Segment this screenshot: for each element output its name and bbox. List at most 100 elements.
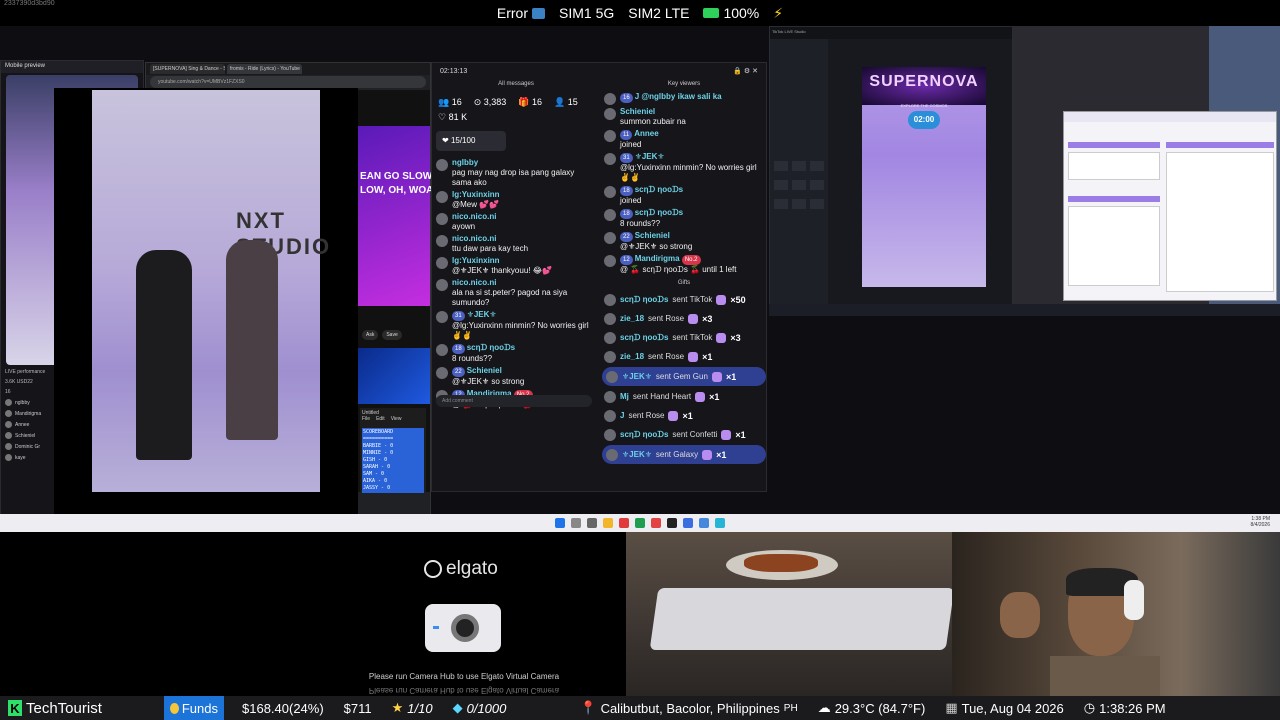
gift-row[interactable]: ⚜JEK⚜ sent Gem Gun ×1 (602, 367, 766, 386)
live-studio-window[interactable]: TikTok LIVE Studio SUPERNOVA EXPLORE THE… (769, 26, 1013, 316)
chat-message[interactable]: 11 Annee joined (600, 128, 766, 151)
gift-row[interactable]: scηᗪ ηooᗪs sent Confetti ×1 (600, 425, 766, 444)
chat-message[interactable]: nico.nico.ni ayown (432, 211, 600, 233)
gift-row[interactable]: scηᗪ ηooᗪs sent TikTok ×3 (600, 328, 766, 347)
gifts-heading: Gifts (677, 280, 691, 286)
chat-username[interactable]: Schieniel (620, 107, 655, 116)
chat-username[interactable]: lg:Yuxinxinn (452, 256, 500, 265)
browser-tab[interactable]: [SUPERNOVA] Sing & Dance - Sing (150, 64, 225, 74)
studio-control[interactable] (774, 199, 788, 209)
chat-message[interactable]: lg:Yuxinxinn @Mew 💕💕 (432, 189, 600, 211)
studio-control[interactable] (792, 161, 806, 171)
chat-message[interactable]: 12Mandirigma No.2@ 🍒 scηᗪ ηooᗪs 🍒 until … (600, 253, 766, 276)
gift-row[interactable]: zie_18 sent Rose ×1 (600, 347, 766, 366)
chat-username[interactable]: nglbby (452, 158, 478, 167)
gift-count: ×1 (735, 429, 746, 440)
studio-control[interactable] (774, 180, 788, 190)
chat-username[interactable]: scηᗪ ηooᗪs (635, 208, 683, 217)
desktop-capture: Mobile preview LIVE performance 3.6K USD… (0, 26, 1280, 520)
chat-message[interactable]: nico.nico.ni ttu daw para kay tech (432, 233, 600, 255)
avatar (606, 449, 618, 461)
light-settings-window[interactable] (1063, 111, 1277, 301)
app-icon[interactable] (683, 518, 693, 528)
studio-control[interactable] (774, 161, 788, 171)
chat-message-head: nglbby (452, 158, 596, 168)
studio-control[interactable] (810, 199, 824, 209)
chat-username[interactable]: ⚜JEK⚜ (635, 152, 665, 161)
gift-row[interactable]: ⚜JEK⚜ sent Galaxy ×1 (602, 445, 766, 464)
chat-message[interactable]: 18 scηᗪ ηooᗪs 8 rounds?? (600, 207, 766, 230)
chat-message-head: nico.nico.ni (452, 234, 528, 244)
excel-icon[interactable] (635, 518, 645, 528)
gift-row[interactable]: Jsent Rose ×1 (600, 406, 766, 425)
comment-input[interactable]: Add comment (436, 395, 592, 407)
avatar (604, 294, 616, 306)
chat-username[interactable]: nico.nico.ni (452, 278, 496, 287)
level-badge: 22 (452, 367, 465, 377)
dance-video[interactable]: NXT STUDIO (92, 90, 329, 492)
avatar (5, 410, 12, 417)
chat-username[interactable]: ⚜JEK⚜ (467, 310, 497, 319)
chat-message[interactable]: nglbby pag may nag drop isa pang galaxy s… (432, 157, 600, 189)
app-icon[interactable] (699, 518, 709, 528)
studio-control[interactable] (792, 199, 806, 209)
folder-icon[interactable] (603, 518, 613, 528)
notepad-menu-edit[interactable]: Edit (376, 416, 385, 422)
level-badge: 11 (620, 130, 633, 140)
tiktok-icon[interactable] (667, 518, 677, 528)
chat-username[interactable]: J @nglbby ikaw sali ka (635, 92, 722, 101)
stream-screen: 2337390d3bd90 Error SIM1 5G SIM2 LTE 100… (0, 0, 1280, 720)
studio-control[interactable] (792, 180, 806, 190)
start-icon[interactable] (555, 518, 565, 528)
notepad-menu-file[interactable]: File (362, 416, 370, 422)
studio-control[interactable] (810, 161, 824, 171)
task-view-icon[interactable] (587, 518, 597, 528)
gift-name: sent TikTok (672, 295, 713, 304)
chat-message[interactable]: 31 ⚜JEK⚜ @lg:Yuxinxinn minmin? No worries … (432, 309, 600, 342)
chat-username[interactable]: Schieniel (467, 366, 502, 375)
chat-message[interactable]: Schieniel summon zubair na (600, 106, 766, 128)
chat-username[interactable]: Annee (634, 129, 658, 138)
chat-username[interactable]: nico.nico.ni (452, 234, 496, 243)
gift-goal[interactable]: ❤ 15/100 (436, 131, 506, 151)
chat-username[interactable]: scηᗪ ηooᗪs (467, 343, 515, 352)
avatar (5, 454, 12, 461)
streamer-shirt (1050, 656, 1160, 696)
chat-message[interactable]: 16 J @nglbby ikaw sali ka (600, 91, 766, 106)
chat-message[interactable]: lg:Yuxinxinn @⚜JEK⚜ thankyouu! 😂💕 (432, 255, 600, 277)
app-icon[interactable] (715, 518, 725, 528)
lyric-video[interactable]: EAN GO SLOW LOW, OH, WOAH (358, 126, 441, 306)
chat-message[interactable]: nico.nico.ni ala na si st.peter? pagod na… (432, 277, 600, 309)
chat-username[interactable]: nico.nico.ni (452, 212, 496, 221)
calendar-icon: ▦ (945, 700, 958, 715)
chat-message[interactable]: 18 scηᗪ ηooᗪs joined (600, 184, 766, 207)
gift-row[interactable]: zie_18 sent Rose ×3 (600, 309, 766, 328)
chat-message[interactable]: 22 Schieniel @⚜JEK⚜ so strong (432, 365, 600, 388)
chat-username[interactable]: lg:Yuxinxinn (452, 190, 500, 199)
chat-message[interactable]: 22 Schieniel @⚜JEK⚜ so strong (600, 230, 766, 253)
notepad-window[interactable]: Untitled File Edit View SCOREBOARD ======… (360, 408, 426, 493)
chat-username[interactable]: Mandirigma (635, 254, 680, 263)
error-status: Error (497, 5, 545, 21)
gift-row[interactable]: scηᗪ ηooᗪs sent TikTok ×50 (600, 290, 766, 309)
browser-tab-active[interactable]: fromis - Ride (Lyrics) - YouTube (227, 64, 302, 74)
chat-message[interactable]: 18 scηᗪ ηooᗪs 8 rounds?? (432, 342, 600, 365)
search-icon[interactable] (571, 518, 581, 528)
studio-control[interactable] (810, 180, 824, 190)
chat-message-body: Schieniel summon zubair na (620, 107, 686, 127)
app-icon[interactable] (651, 518, 661, 528)
wifi-icon (532, 7, 545, 19)
chat-text: 8 rounds?? (620, 219, 661, 228)
brave-icon[interactable] (619, 518, 629, 528)
chat-username[interactable]: scηᗪ ηooᗪs (635, 185, 683, 194)
chat-username[interactable]: Schieniel (635, 231, 670, 240)
gift-row[interactable]: Mj sent Hand Heart ×1 (600, 387, 766, 406)
browser-url-bar[interactable]: youtube.com/watch?v=UMBVz1FZXS0 (150, 76, 426, 88)
ask-button[interactable]: Ask (362, 330, 379, 340)
chat-message[interactable]: 31 ⚜JEK⚜ @lg:Yuxinxinn minmin? No worries … (600, 151, 766, 184)
save-button[interactable]: Save (382, 330, 402, 340)
notepad-menu-view[interactable]: View (391, 416, 402, 422)
chat-message-head: 31 ⚜JEK⚜ (620, 152, 764, 163)
gift-sender: zie_18 (620, 352, 645, 361)
scoreboard-text[interactable]: SCOREBOARD ========== BARBIE - 0 MINNIE - 0… (362, 428, 424, 493)
